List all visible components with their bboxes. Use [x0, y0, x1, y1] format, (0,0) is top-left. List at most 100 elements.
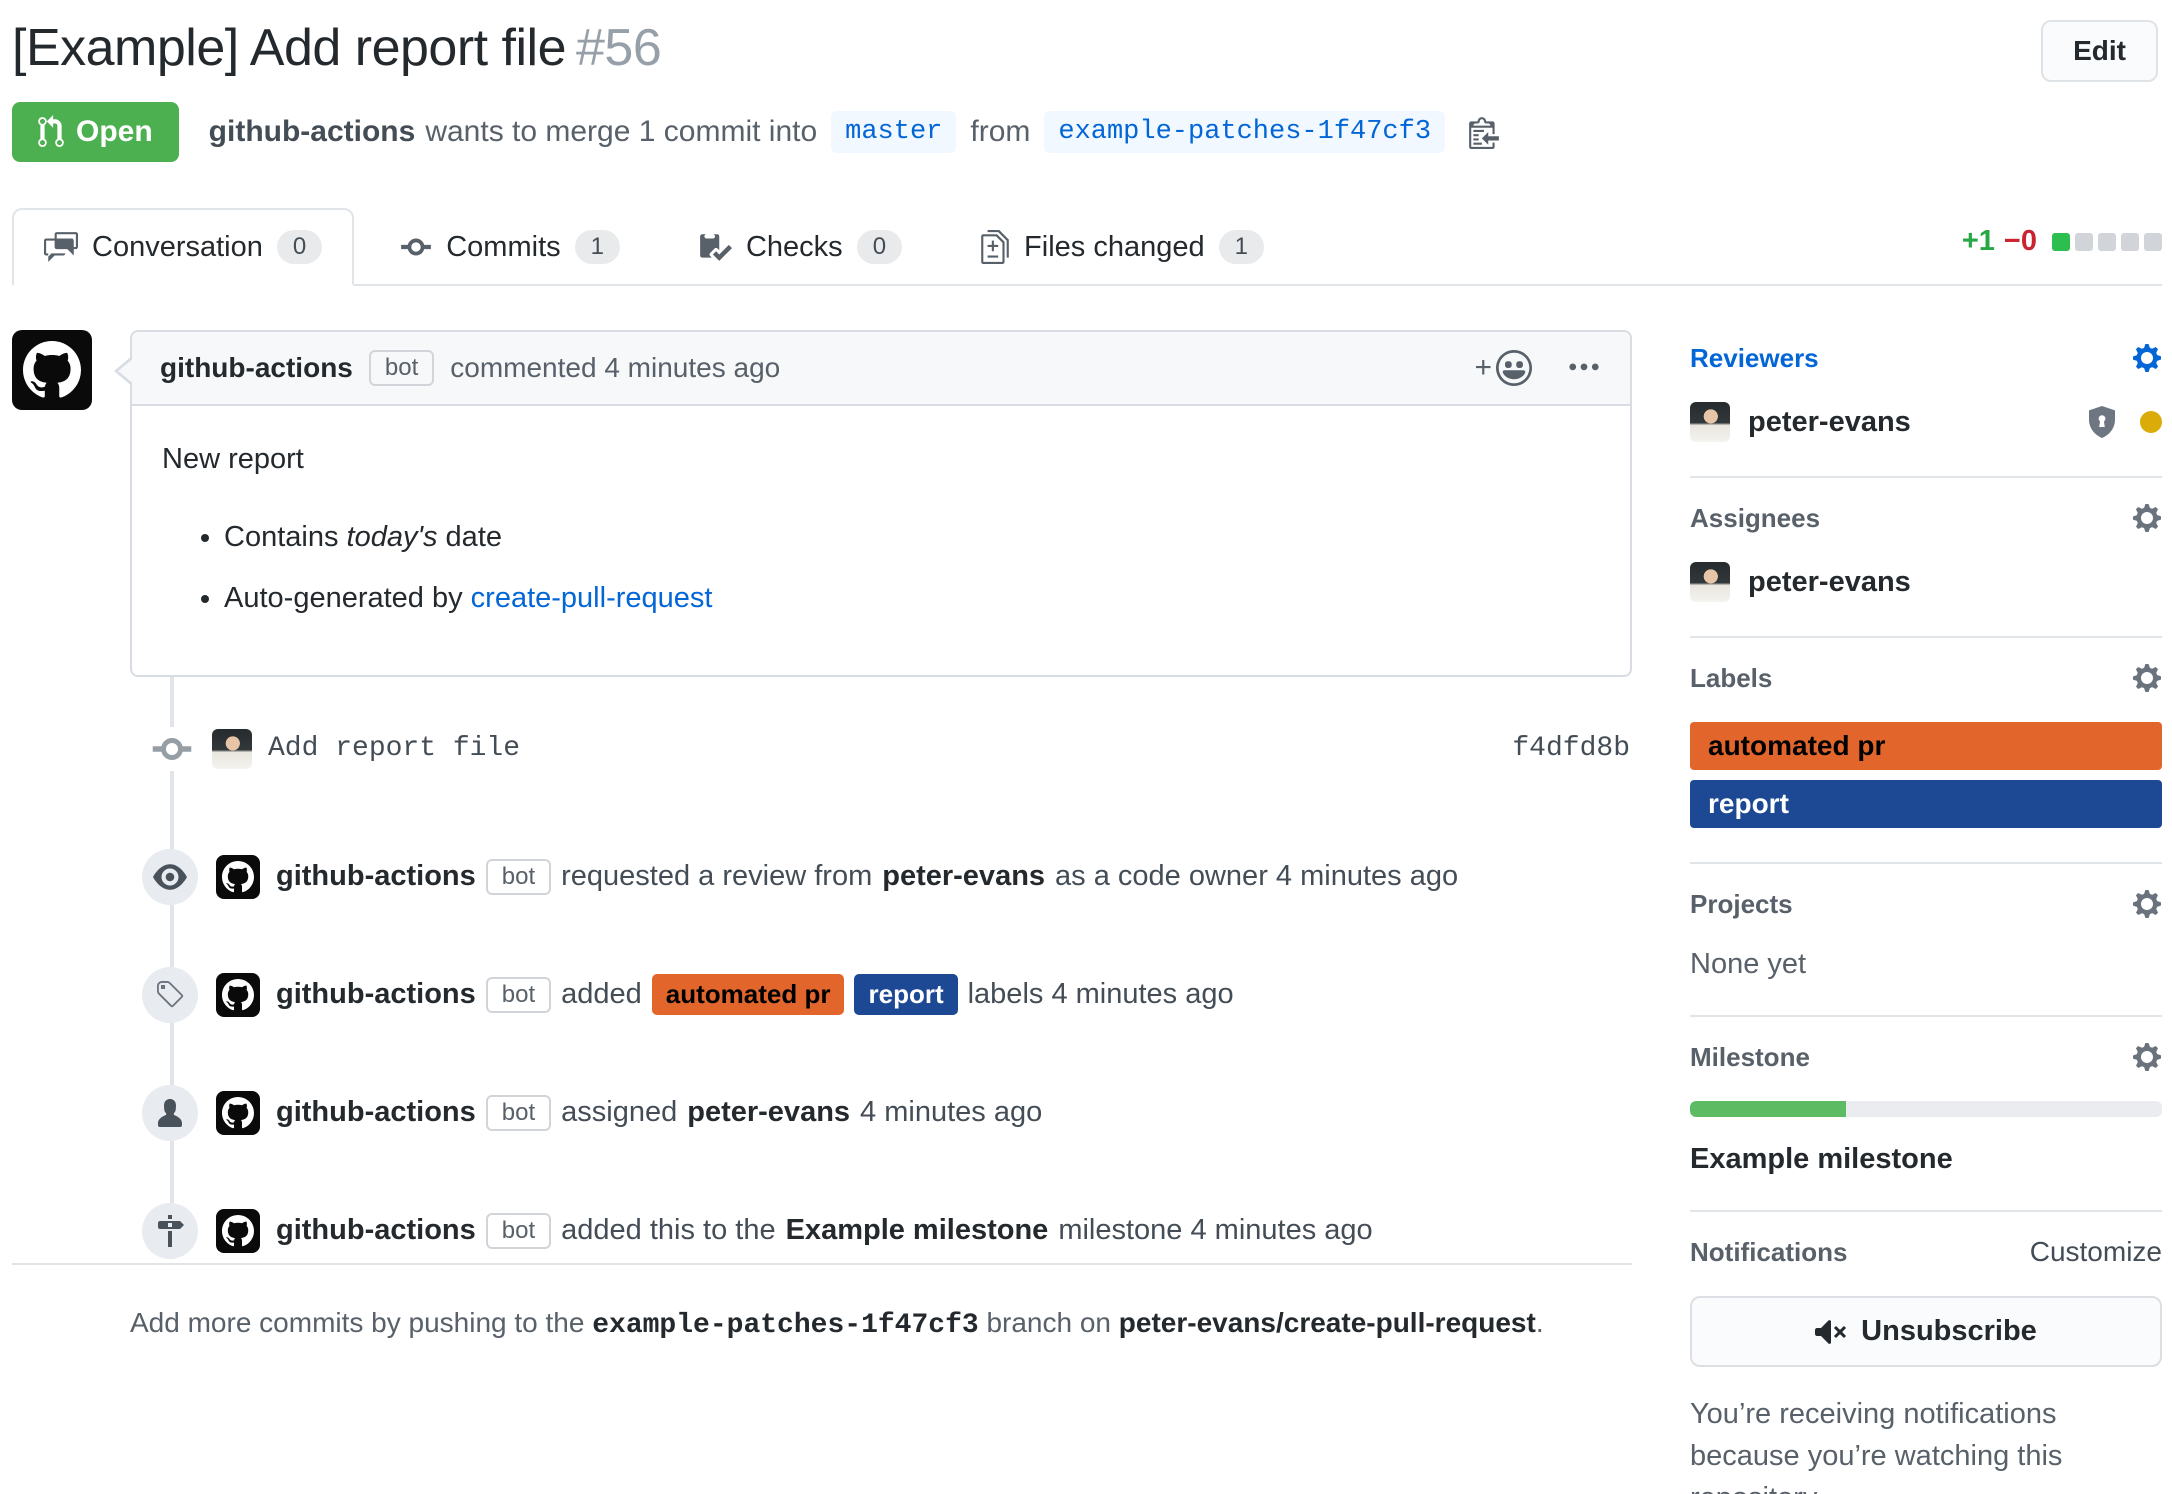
bot-badge: bot: [486, 1095, 551, 1131]
gear-icon[interactable]: [2132, 662, 2162, 694]
reviewer-name[interactable]: peter-evans: [1748, 406, 1911, 439]
label-report[interactable]: report: [854, 974, 957, 1015]
emphasized-text: today's: [347, 521, 438, 553]
merge-sentence: wants to merge 1 commit into: [425, 115, 817, 149]
smiley-icon: [1496, 350, 1532, 386]
customize-link[interactable]: Customize: [2030, 1236, 2162, 1268]
projects-header[interactable]: Projects: [1690, 888, 2162, 920]
github-actions-avatar[interactable]: [216, 855, 260, 899]
diffstat-block: [2144, 233, 2162, 251]
comment-bullet-1: Contains today's date: [224, 516, 1600, 560]
gear-icon[interactable]: [2132, 502, 2162, 534]
tab-files-changed[interactable]: Files changed 1: [948, 208, 1296, 286]
commit-message[interactable]: Add report file: [268, 733, 520, 764]
comment-header: github-actions bot commented 4 minutes a…: [132, 332, 1630, 406]
unsubscribe-button[interactable]: Unsubscribe: [1690, 1296, 2162, 1367]
head-branch-chip[interactable]: example-patches-1f47cf3: [1044, 111, 1445, 153]
github-actions-avatar[interactable]: [216, 973, 260, 1017]
comment-intro: New report: [162, 438, 1600, 482]
tab-checks-label: Checks: [746, 231, 843, 264]
assignees-header[interactable]: Assignees: [1690, 502, 2162, 534]
event-labeled: github-actions bot added automated pr re…: [12, 967, 1632, 1023]
diffstat-block: [2098, 233, 2116, 251]
commit-sha[interactable]: f4dfd8b: [1512, 733, 1630, 764]
event-author[interactable]: github-actions: [276, 978, 476, 1011]
tab-conversation-count: 0: [277, 230, 322, 264]
create-pull-request-link[interactable]: create-pull-request: [471, 582, 713, 614]
label-report[interactable]: report: [1690, 780, 2162, 828]
tab-conversation[interactable]: Conversation 0: [12, 208, 354, 286]
milestone-header[interactable]: Milestone: [1690, 1041, 2162, 1073]
event-review-requested: github-actions bot requested a review fr…: [12, 849, 1632, 905]
comment-author[interactable]: github-actions: [160, 352, 353, 384]
commit-row: Add report file f4dfd8b: [12, 727, 1632, 771]
add-reaction-button[interactable]: +: [1474, 350, 1532, 386]
github-actions-avatar[interactable]: [216, 1209, 260, 1253]
assignee-name[interactable]: peter-evans: [1748, 566, 1911, 599]
bot-badge: bot: [369, 350, 434, 386]
event-author[interactable]: github-actions: [276, 1096, 476, 1129]
pr-number: #56: [576, 19, 661, 77]
tab-checks[interactable]: Checks 0: [666, 208, 934, 286]
comment-list: Contains today's date Auto-generated by …: [162, 516, 1600, 621]
event-actor[interactable]: peter-evans: [882, 860, 1045, 893]
labels-title: Labels: [1690, 663, 1772, 694]
diffstat-block: [2052, 233, 2070, 251]
assignees-title: Assignees: [1690, 503, 1820, 534]
event-author[interactable]: github-actions: [276, 1214, 476, 1247]
tab-files-changed-label: Files changed: [1024, 231, 1205, 264]
labels-header[interactable]: Labels: [1690, 662, 2162, 694]
pr-timeline: Add report file f4dfd8b github-actions b…: [12, 677, 1632, 1259]
pr-author[interactable]: github-actions: [209, 115, 416, 149]
assignees-section: Assignees peter-evans: [1690, 478, 2162, 638]
diffstat-block: [2075, 233, 2093, 251]
state-badge: Open: [12, 102, 179, 162]
tab-commits-count: 1: [575, 230, 620, 264]
edit-button[interactable]: Edit: [2041, 20, 2158, 82]
github-actions-avatar[interactable]: [12, 330, 92, 410]
reviewers-title: Reviewers: [1690, 343, 1819, 374]
event-actor[interactable]: peter-evans: [687, 1096, 850, 1129]
from-word: from: [970, 115, 1030, 149]
milestone-name[interactable]: Example milestone: [1690, 1143, 2162, 1176]
label-automated-pr[interactable]: automated pr: [1690, 722, 2162, 770]
page-title: [Example] Add report file#56: [12, 18, 1992, 78]
pr-title-text: [Example] Add report file: [12, 19, 566, 77]
label-automated-pr[interactable]: automated pr: [652, 974, 845, 1015]
checklist-icon: [698, 230, 732, 264]
event-milestone-name[interactable]: Example milestone: [786, 1214, 1049, 1247]
github-actions-avatar[interactable]: [216, 1091, 260, 1135]
base-branch-chip[interactable]: master: [831, 111, 956, 153]
assignee-avatar[interactable]: [1690, 562, 1730, 602]
gear-icon[interactable]: [2132, 342, 2162, 374]
gear-icon[interactable]: [2132, 1041, 2162, 1073]
reviewer-row: peter-evans: [1690, 402, 2162, 442]
event-assigned: github-actions bot assigned peter-evans …: [12, 1085, 1632, 1141]
pr-sidebar: Reviewers peter-evans Assignees: [1690, 330, 2162, 1494]
event-text: github-actions bot added automated pr re…: [276, 974, 1234, 1015]
milestone-title: Milestone: [1690, 1042, 1810, 1073]
tab-conversation-label: Conversation: [92, 231, 263, 264]
gear-icon[interactable]: [2132, 888, 2162, 920]
kebab-menu-button[interactable]: [1566, 350, 1602, 386]
copy-branch-icon[interactable]: [1469, 115, 1499, 149]
person-icon: [142, 1085, 198, 1141]
footer-repo[interactable]: peter-evans/create-pull-request: [1119, 1307, 1536, 1338]
reviewer-avatar[interactable]: [1690, 402, 1730, 442]
committer-avatar[interactable]: [212, 729, 252, 769]
projects-section: Projects None yet: [1690, 864, 2162, 1017]
state-badge-label: Open: [76, 115, 153, 149]
merge-footer: Add more commits by pushing to the examp…: [12, 1263, 1632, 1341]
pr-header: [Example] Add report file#56 Edit Open g…: [12, 18, 2162, 162]
event-author[interactable]: github-actions: [276, 860, 476, 893]
reviewers-header[interactable]: Reviewers: [1690, 342, 2162, 374]
tab-commits[interactable]: Commits 1: [368, 208, 652, 286]
tag-icon: [142, 967, 198, 1023]
milestone-progress-fill: [1690, 1101, 1846, 1117]
diffstat-block: [2121, 233, 2139, 251]
shield-lock-icon: [2086, 404, 2118, 440]
projects-empty-text: None yet: [1690, 948, 2162, 981]
comment-box: github-actions bot commented 4 minutes a…: [130, 330, 1632, 677]
assignee-row: peter-evans: [1690, 562, 2162, 602]
milestone-icon: [142, 1203, 198, 1259]
